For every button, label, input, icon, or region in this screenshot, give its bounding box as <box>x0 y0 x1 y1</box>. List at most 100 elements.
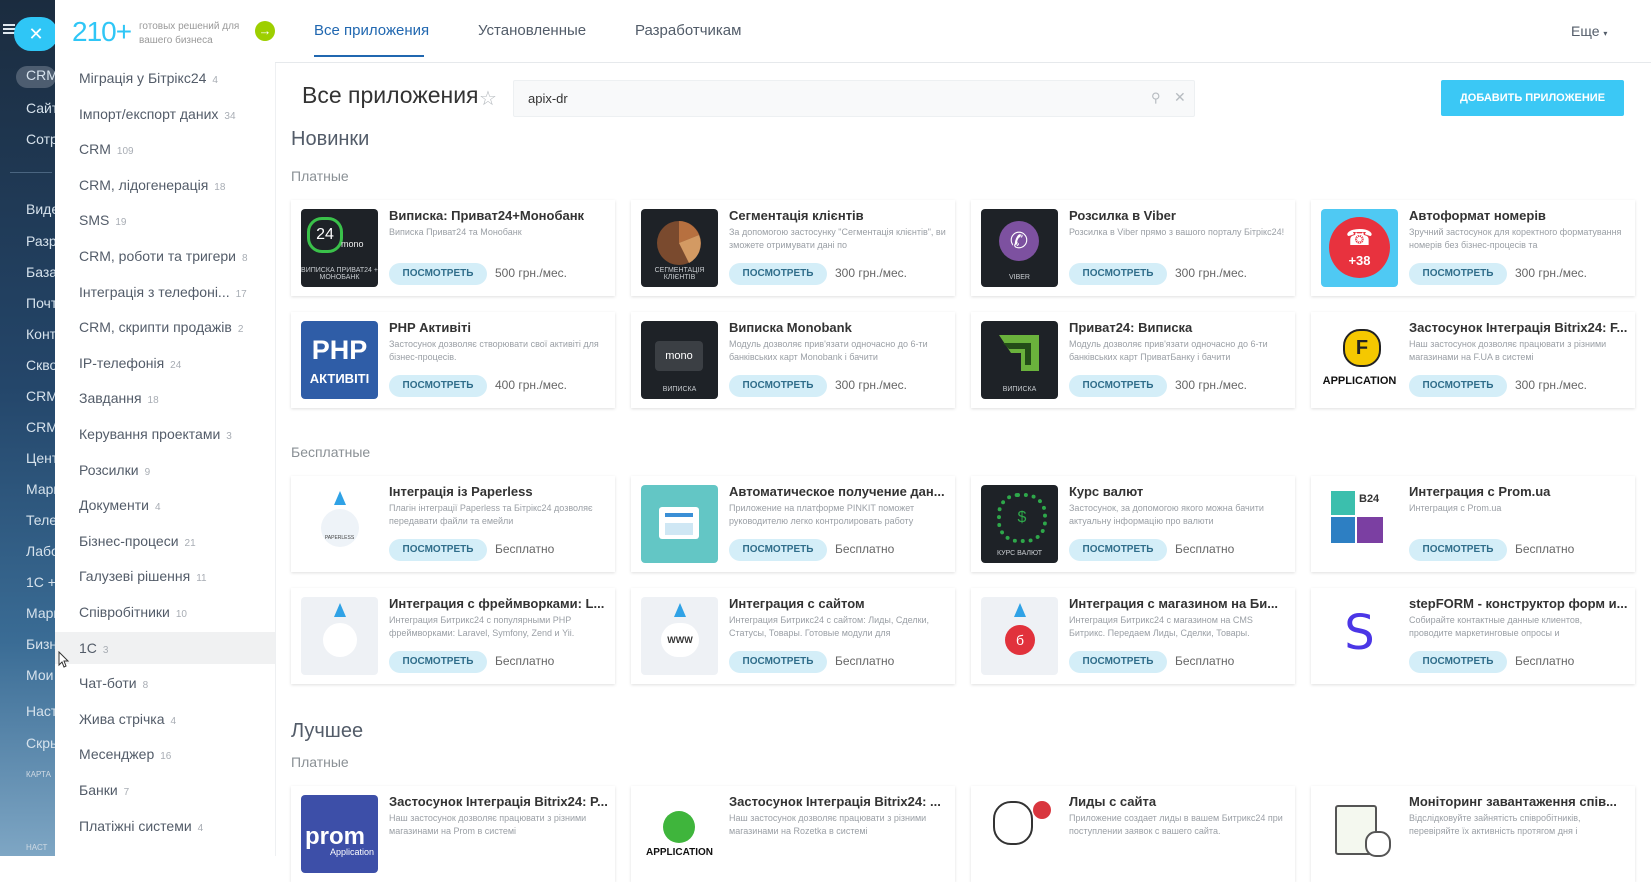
app-card[interactable]: Автоматическое получение дан... Приложени… <box>631 476 955 572</box>
app-title[interactable]: Застосунок Інтеграція Bitrix24: ... <box>729 794 949 809</box>
main-nav-item[interactable]: Теле <box>26 512 55 528</box>
app-title[interactable]: Автоматическое получение дан... <box>729 484 949 499</box>
category-item[interactable]: Імпорт/експорт даних 34 <box>55 98 275 130</box>
search-value[interactable]: apix-dr <box>528 91 568 106</box>
app-card[interactable]: WWW Интеграция с сайтом Интеграция Битрикс… <box>631 588 955 684</box>
main-nav-item[interactable]: Сотр <box>26 131 55 147</box>
view-app-button[interactable]: ПОСМОТРЕТЬ <box>1069 263 1167 285</box>
main-nav-item[interactable]: Почт <box>26 295 55 311</box>
main-nav-item[interactable]: CRM <box>26 67 55 83</box>
tab-developers[interactable]: Разработчикам <box>635 22 741 39</box>
app-card[interactable]: mono ВИПИСКА Виписка Monobank Модуль дозвол… <box>631 312 955 408</box>
main-nav-item[interactable]: Лабо <box>26 543 55 559</box>
main-nav-item[interactable]: Конт <box>26 326 55 342</box>
category-item[interactable]: Керування проектами 3 <box>55 418 275 450</box>
clear-icon[interactable]: ✕ <box>1174 89 1186 106</box>
main-nav-item[interactable]: Бизн <box>26 636 55 652</box>
app-card[interactable]: ☎ +38 Автоформат номерів Зручний застосунок… <box>1311 200 1635 296</box>
main-nav-item[interactable]: Наст <box>26 703 55 719</box>
tab-installed[interactable]: Установленные <box>478 22 586 39</box>
view-app-button[interactable]: ПОСМОТРЕТЬ <box>389 263 487 285</box>
main-nav-item[interactable]: Скры <box>26 735 55 751</box>
category-item[interactable]: CRM, скрипти продажів 2 <box>55 311 275 343</box>
main-nav-item[interactable]: 1С + <box>26 574 55 590</box>
app-card[interactable]: 24 mono ВИПИСКА ПРИВАТ24 + МОНОБАНК Виписка… <box>291 200 615 296</box>
app-title[interactable]: Сегментація клієнтів <box>729 208 949 223</box>
main-nav-item[interactable]: CRM <box>26 419 55 435</box>
app-title[interactable]: Розсилка в Viber <box>1069 208 1289 223</box>
app-card[interactable]: APPLICATION Застосунок Інтеграція Bitrix2… <box>631 786 955 882</box>
app-card[interactable]: SstepFORM - конструктор форм и... Собирай… <box>1311 588 1635 684</box>
main-nav-item[interactable]: Марк <box>26 605 55 621</box>
category-item[interactable]: Міграція у Бітрікс24 4 <box>55 62 275 94</box>
main-nav-item[interactable]: Видео <box>26 201 55 217</box>
app-card[interactable]: Моніторинг завантаження спів... Відслідко… <box>1311 786 1635 882</box>
app-title[interactable]: Интеграция с магазином на Би... <box>1069 596 1289 611</box>
app-title[interactable]: Интеграция с Prom.ua <box>1409 484 1629 499</box>
category-item[interactable]: Розсилки 9 <box>55 454 275 486</box>
tab-all-apps[interactable]: Все приложения <box>314 22 429 39</box>
main-nav-item[interactable]: Мои <box>26 667 53 683</box>
app-title[interactable]: PHP Активіті <box>389 320 609 335</box>
main-nav-item[interactable]: Сайт <box>26 100 55 116</box>
main-nav-item[interactable]: База <box>26 264 55 280</box>
category-item[interactable]: IP-телефонія 24 <box>55 347 275 379</box>
app-title[interactable]: Застосунок Інтеграція Bitrix24: P... <box>389 794 609 809</box>
app-title[interactable]: Інтеграція із Paperless <box>389 484 609 499</box>
view-app-button[interactable]: ПОСМОТРЕТЬ <box>389 375 487 397</box>
category-item[interactable]: Банки 7 <box>55 774 275 806</box>
search-icon[interactable]: ⚲ <box>1151 90 1161 106</box>
more-menu-button[interactable]: Еще ▾ <box>1571 23 1607 39</box>
view-app-button[interactable]: ПОСМОТРЕТЬ <box>1069 539 1167 561</box>
category-item[interactable]: Месенджер 16 <box>55 738 275 770</box>
view-app-button[interactable]: ПОСМОТРЕТЬ <box>1069 651 1167 673</box>
app-title[interactable]: Интеграция с фреймворками: L... <box>389 596 609 611</box>
view-app-button[interactable]: ПОСМОТРЕТЬ <box>729 651 827 673</box>
view-app-button[interactable]: ПОСМОТРЕТЬ <box>729 539 827 561</box>
view-app-button[interactable]: ПОСМОТРЕТЬ <box>389 539 487 561</box>
app-card[interactable]: F APPLICATION Застосунок Інтеграція Bitrix… <box>1311 312 1635 408</box>
category-item[interactable]: CRM 109 <box>55 133 275 165</box>
app-card[interactable]: PAPERLESS Інтеграція із Paperless Плагін і… <box>291 476 615 572</box>
app-title[interactable]: Интеграция с сайтом <box>729 596 949 611</box>
app-card[interactable]: ✆ VIBER Розсилка в Viber Розсилка в Viber п… <box>971 200 1295 296</box>
category-item[interactable]: CRM, роботи та тригери 8 <box>55 240 275 272</box>
view-app-button[interactable]: ПОСМОТРЕТЬ <box>1409 375 1507 397</box>
star-icon[interactable]: ☆ <box>479 86 497 111</box>
app-title[interactable]: Застосунок Інтеграція Bitrix24: F... <box>1409 320 1629 335</box>
app-card[interactable]: Лиды с сайта Приложение создает лиды в ва… <box>971 786 1295 882</box>
app-title[interactable]: Виписка: Приват24+Монобанк <box>389 208 609 223</box>
main-nav-item[interactable]: Марк <box>26 481 55 497</box>
app-title[interactable]: Лиды с сайта <box>1069 794 1289 809</box>
arrow-right-icon[interactable]: → <box>255 21 275 41</box>
category-item[interactable]: Завдання 18 <box>55 382 275 414</box>
category-item[interactable]: 1С 3 <box>55 631 275 664</box>
category-item[interactable]: Інтеграція з телефоні... 17 <box>55 276 275 308</box>
app-card[interactable]: б Интеграция с магазином на Би... Интеграц… <box>971 588 1295 684</box>
app-title[interactable]: Автоформат номерів <box>1409 208 1629 223</box>
category-item[interactable]: SMS 19 <box>55 204 275 236</box>
category-item[interactable]: Співробітники 10 <box>55 596 275 628</box>
app-title[interactable]: Моніторинг завантаження спів... <box>1409 794 1629 809</box>
app-title[interactable]: Виписка Monobank <box>729 320 949 335</box>
app-card[interactable]: ВИПИСКА Приват24: Виписка Модуль дозволяє … <box>971 312 1295 408</box>
app-card[interactable]: PHP АКТИВІТІ PHP Активіті Застосунок дозвол… <box>291 312 615 408</box>
promo-banner[interactable]: 210+ готовых решений для вашего бизнеса … <box>72 12 282 52</box>
app-card[interactable]: B24 Интеграция с Prom.ua Интеграция с Prom… <box>1311 476 1635 572</box>
category-item[interactable]: Жива стрічка 4 <box>55 703 275 735</box>
view-app-button[interactable]: ПОСМОТРЕТЬ <box>1409 539 1507 561</box>
category-item[interactable]: Документи 4 <box>55 489 275 521</box>
app-title[interactable]: stepFORM - конструктор форм и... <box>1409 596 1629 611</box>
main-nav-item[interactable]: Разр <box>26 233 55 249</box>
view-app-button[interactable]: ПОСМОТРЕТЬ <box>729 375 827 397</box>
view-app-button[interactable]: ПОСМОТРЕТЬ <box>729 263 827 285</box>
category-item[interactable]: CRM, лідогенерація 18 <box>55 169 275 201</box>
main-nav-item[interactable]: Скво <box>26 357 55 373</box>
app-card[interactable]: Интеграция с фреймворками: L... Интеграци… <box>291 588 615 684</box>
category-item[interactable]: Бізнес-процеси 21 <box>55 525 275 557</box>
view-app-button[interactable]: ПОСМОТРЕТЬ <box>389 651 487 673</box>
add-app-button[interactable]: ДОБАВИТЬ ПРИЛОЖЕНИЕ <box>1441 80 1624 116</box>
category-item[interactable]: Чат-боти 8 <box>55 667 275 699</box>
app-title[interactable]: Курс валют <box>1069 484 1289 499</box>
main-nav-item[interactable]: CRM <box>26 388 55 404</box>
